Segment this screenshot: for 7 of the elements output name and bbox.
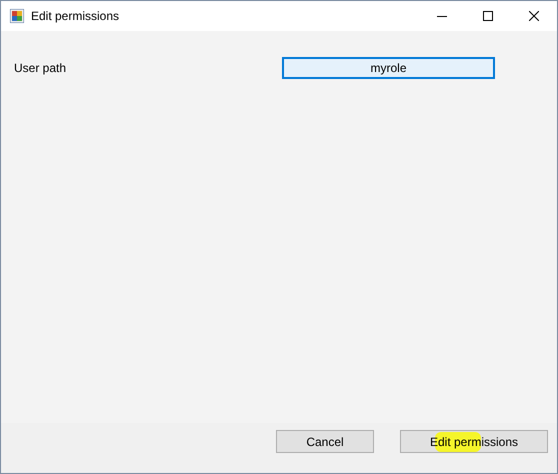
maximize-icon xyxy=(483,11,493,21)
close-icon xyxy=(529,11,539,21)
value-button[interactable]: myrole xyxy=(282,57,495,79)
window-title: Edit permissions xyxy=(31,8,120,25)
field-label: User path xyxy=(14,60,68,77)
dialog-button[interactable]: Cancel xyxy=(276,430,374,453)
app-icon xyxy=(10,9,24,23)
